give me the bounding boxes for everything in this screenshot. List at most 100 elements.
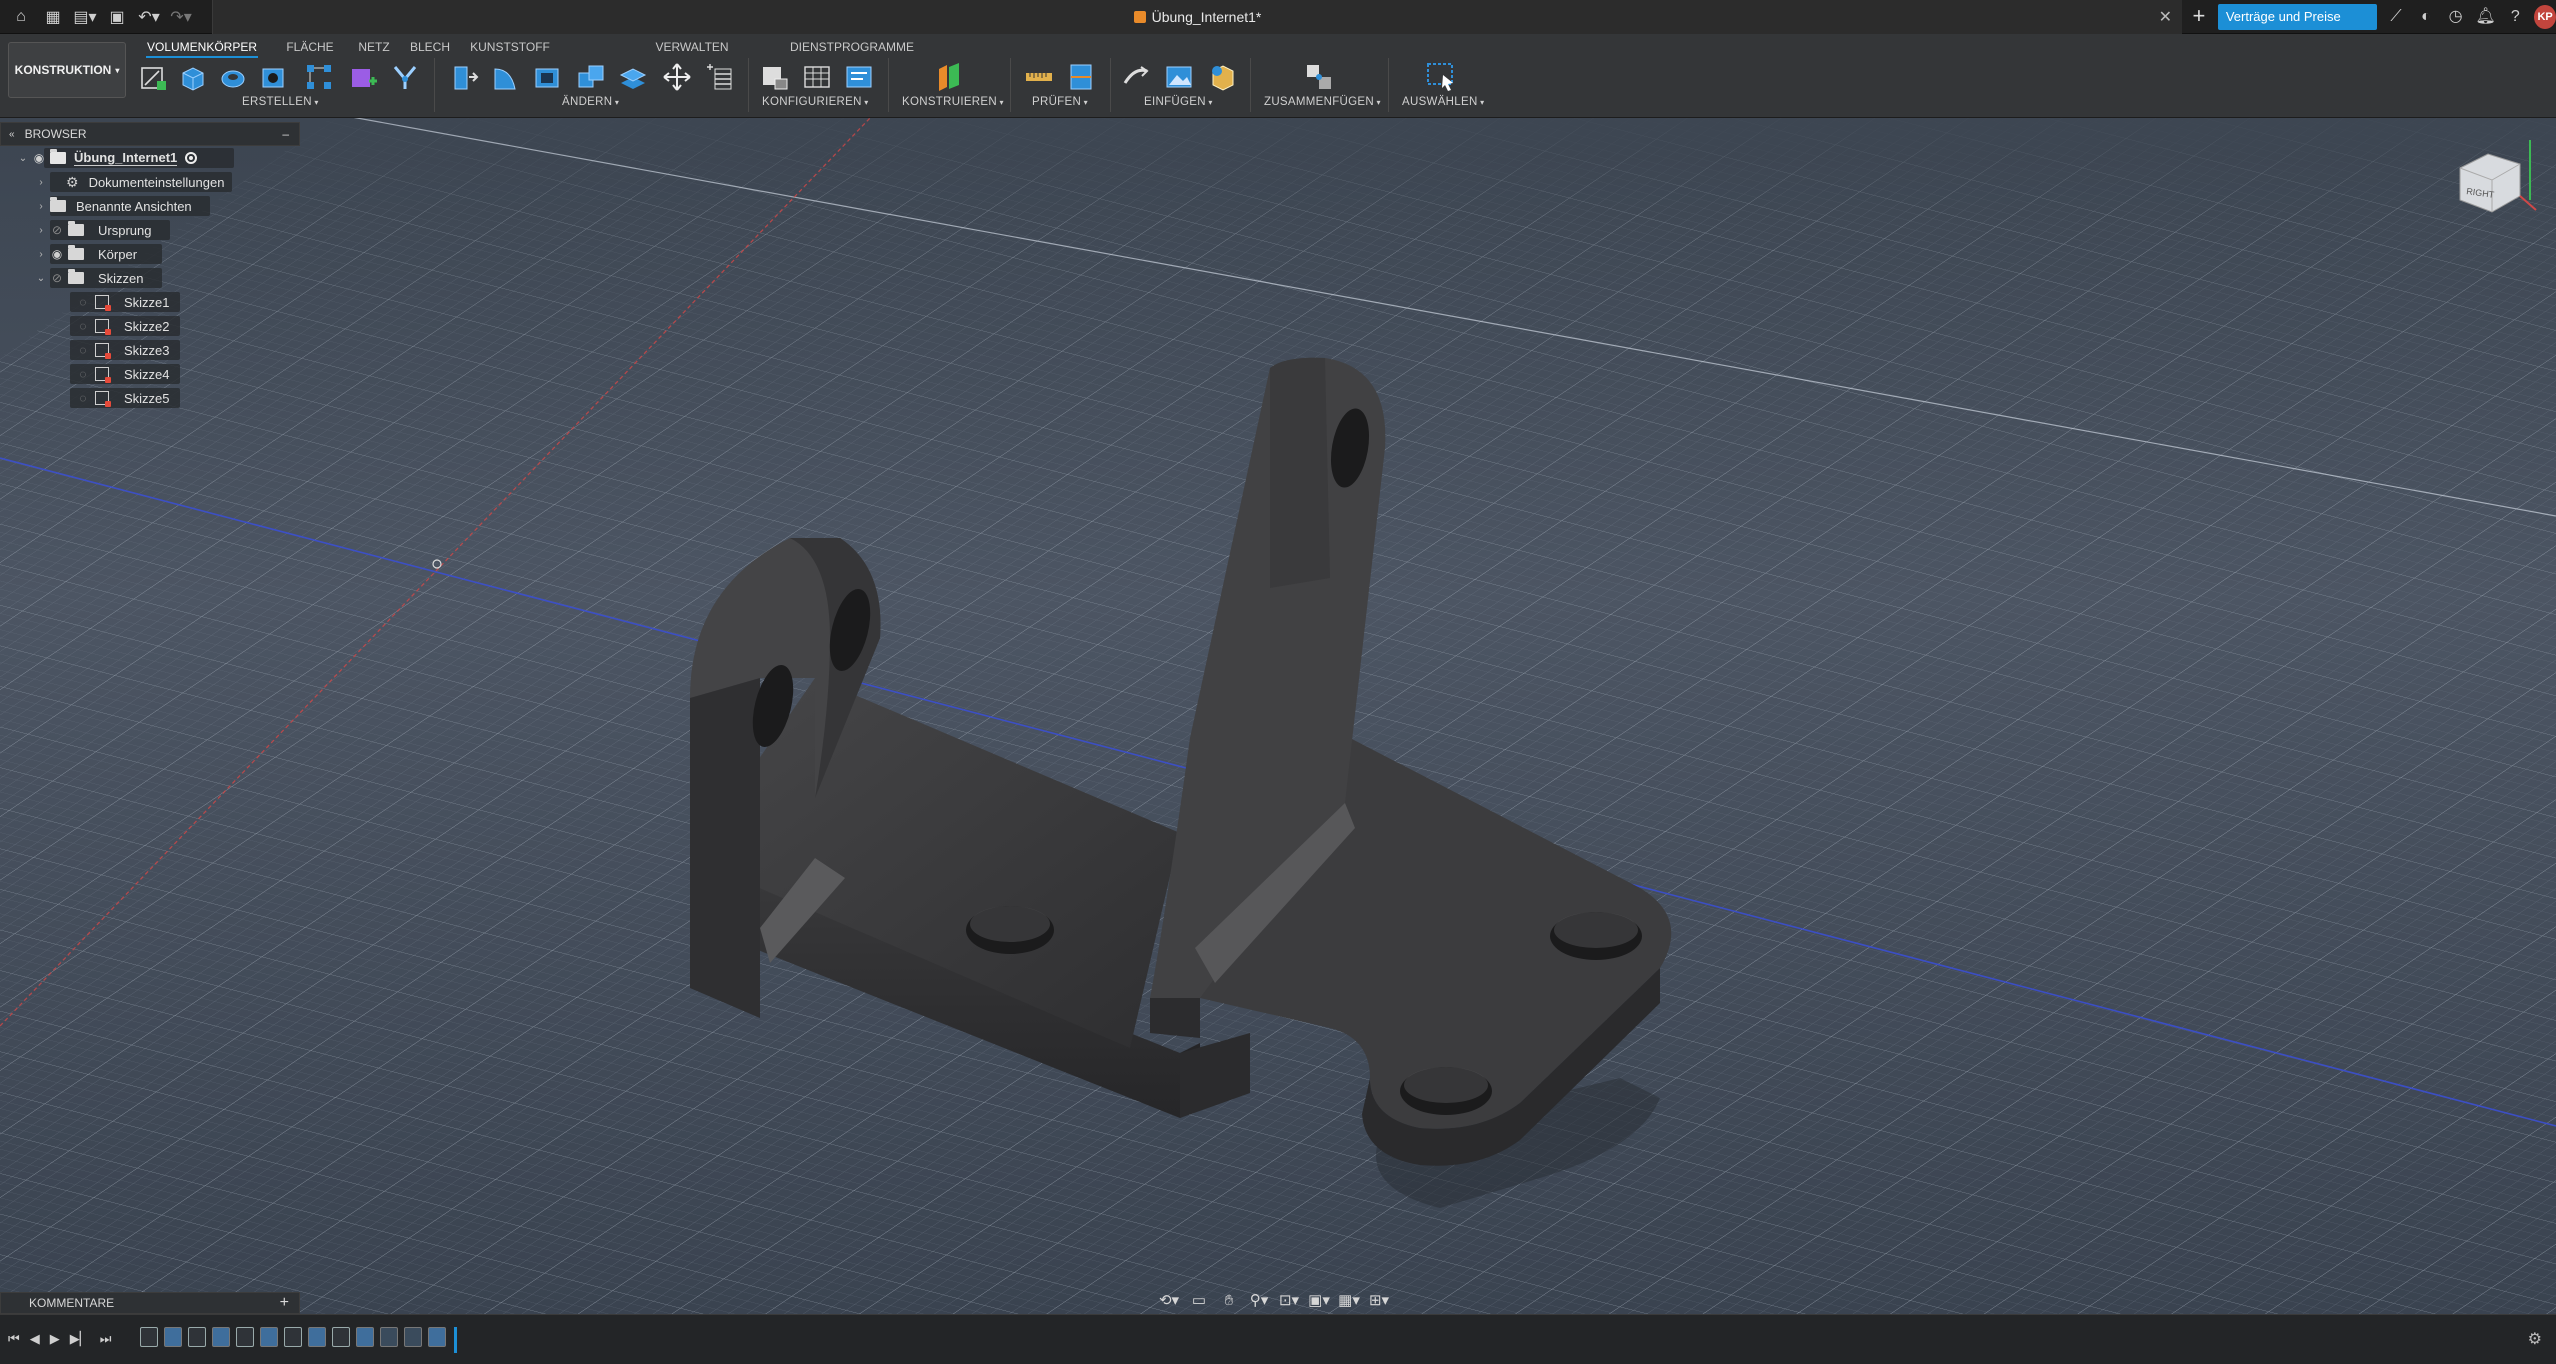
tree-item-benannte-ansichten[interactable]: › Benannte Ansichten xyxy=(0,194,300,218)
chevron-right-icon[interactable]: › xyxy=(34,177,48,188)
avatar[interactable]: KP xyxy=(2534,5,2556,29)
timeline-extrude-icon[interactable] xyxy=(428,1327,446,1347)
timeline-sketch-icon[interactable] xyxy=(332,1327,350,1347)
insert-derive-icon[interactable] xyxy=(1118,60,1152,94)
collapse-icon[interactable]: – xyxy=(282,127,289,141)
timeline-extrude-icon[interactable] xyxy=(356,1327,374,1347)
section-analysis-icon[interactable] xyxy=(1064,60,1098,94)
create-sketch-icon[interactable] xyxy=(136,60,170,94)
timeline-settings-icon[interactable]: ⚙ xyxy=(2528,1329,2542,1349)
help-icon[interactable]: ? xyxy=(2504,5,2526,29)
tree-root[interactable]: ⌄ ◉ Übung_Internet1 xyxy=(0,146,300,170)
eye-hidden-icon[interactable]: ◌ xyxy=(74,367,92,381)
construct-plane-icon[interactable] xyxy=(932,60,966,94)
home-icon[interactable]: ⌂ xyxy=(8,4,34,30)
tree-item-skizzen[interactable]: ⌄ ⊘ Skizzen xyxy=(0,266,300,290)
shell-icon[interactable] xyxy=(530,60,564,94)
configuration-rules-icon[interactable] xyxy=(842,60,876,94)
tab-blech[interactable]: BLECH xyxy=(400,36,460,58)
undo-icon[interactable]: ↶▾ xyxy=(136,4,162,30)
step-back-icon[interactable]: ◀ xyxy=(30,1331,40,1347)
apps-grid-icon[interactable]: ▦ xyxy=(40,4,66,30)
step-forward-icon[interactable]: ▶▏ xyxy=(70,1331,90,1347)
view-cube[interactable]: RIGHT xyxy=(2450,140,2540,230)
hole-icon[interactable] xyxy=(256,60,290,94)
pricing-button[interactable]: Verträge und Preise anze... xyxy=(2217,4,2378,50)
tree-item-sketch[interactable]: ◌ Skizze4 xyxy=(0,362,300,386)
play-icon[interactable]: ▶ xyxy=(50,1331,60,1347)
chevron-down-icon[interactable]: ⌄ xyxy=(34,273,48,284)
comments-panel[interactable]: KOMMENTARE + xyxy=(0,1292,300,1314)
eye-hidden-icon[interactable]: ◌ xyxy=(74,343,92,357)
timeline-extrude-icon[interactable] xyxy=(164,1327,182,1347)
zoom-icon[interactable]: ⚲▾ xyxy=(1248,1291,1270,1309)
add-comment-icon[interactable]: + xyxy=(280,1293,289,1313)
tab-netz[interactable]: NETZ xyxy=(352,36,396,58)
timeline-sketch-icon[interactable] xyxy=(188,1327,206,1347)
offset-face-icon[interactable] xyxy=(616,60,650,94)
chevron-right-icon[interactable]: › xyxy=(34,249,48,260)
look-at-icon[interactable]: ▭ xyxy=(1188,1291,1210,1309)
save-icon[interactable]: ▣ xyxy=(104,4,130,30)
timeline-sketch-icon[interactable] xyxy=(236,1327,254,1347)
new-tab-icon[interactable]: + xyxy=(2188,5,2210,29)
group-aendern[interactable]: ÄNDERN xyxy=(562,96,619,108)
timeline-fillet-icon[interactable] xyxy=(380,1327,398,1347)
orbit-icon[interactable]: ⟲▾ xyxy=(1158,1291,1180,1309)
eye-icon[interactable]: ◉ xyxy=(30,151,48,165)
tab-flaeche[interactable]: FLÄCHE xyxy=(280,36,340,58)
tree-item-sketch[interactable]: ◌ Skizze2 xyxy=(0,314,300,338)
file-menu-icon[interactable]: ▤▾ xyxy=(72,4,98,30)
timeline-sketch-icon[interactable] xyxy=(140,1327,158,1347)
redo-icon[interactable]: ↷▾ xyxy=(168,4,194,30)
move-icon[interactable] xyxy=(660,60,694,94)
group-erstellen[interactable]: ERSTELLEN xyxy=(242,96,319,108)
group-auswaehlen[interactable]: AUSWÄHLEN xyxy=(1402,96,1484,108)
document-tab[interactable]: Übung_Internet1* ✕ xyxy=(212,0,2182,34)
viewports-icon[interactable]: ⊞▾ xyxy=(1368,1291,1390,1309)
extensions-icon[interactable]: ⟋ xyxy=(2385,5,2407,29)
group-zusammenfuegen[interactable]: ZUSAMMENFÜGEN xyxy=(1264,96,1381,108)
timeline-extrude-icon[interactable] xyxy=(308,1327,326,1347)
timeline-hole-icon[interactable] xyxy=(404,1327,422,1347)
configuration-table-icon[interactable] xyxy=(800,60,834,94)
tree-item-dokumenteinstellungen[interactable]: › ⚙ Dokumenteinstellungen xyxy=(0,170,300,194)
timeline-extrude-icon[interactable] xyxy=(260,1327,278,1347)
eye-hidden-icon[interactable]: ◌ xyxy=(74,319,92,333)
fillet-icon[interactable] xyxy=(488,60,522,94)
insert-canvas-icon[interactable] xyxy=(1162,60,1196,94)
display-settings-icon[interactable]: ▣▾ xyxy=(1308,1291,1330,1309)
tree-item-koerper[interactable]: › ◉ Körper xyxy=(0,242,300,266)
chevron-right-icon[interactable]: › xyxy=(34,225,48,236)
measure-icon[interactable] xyxy=(1022,60,1056,94)
expand-panel-icon[interactable]: « xyxy=(9,129,15,140)
revolve-icon[interactable] xyxy=(216,60,250,94)
chevron-down-icon[interactable]: ⌄ xyxy=(16,153,30,164)
fit-icon[interactable]: ⊡▾ xyxy=(1278,1291,1300,1309)
derive-icon[interactable] xyxy=(388,60,422,94)
workspace-switcher[interactable]: KONSTRUKTION ▾ xyxy=(8,42,126,98)
eye-hidden-icon[interactable]: ◌ xyxy=(74,391,92,405)
group-einfuegen[interactable]: EINFÜGEN xyxy=(1144,96,1213,108)
go-to-end-icon[interactable]: ⏭ xyxy=(100,1331,112,1347)
select-icon[interactable] xyxy=(1424,60,1458,94)
chevron-right-icon[interactable]: › xyxy=(34,201,48,212)
eye-hidden-icon[interactable]: ⊘ xyxy=(48,271,66,285)
go-to-start-icon[interactable]: ⏮ xyxy=(8,1331,20,1347)
parameters-icon[interactable] xyxy=(702,60,736,94)
timeline-extrude-icon[interactable] xyxy=(212,1327,230,1347)
grid-settings-icon[interactable]: ▦▾ xyxy=(1338,1291,1360,1309)
press-pull-icon[interactable] xyxy=(446,60,480,94)
eye-icon[interactable]: ◉ xyxy=(48,247,66,261)
job-status-icon[interactable]: ◐ xyxy=(2415,5,2437,29)
close-tab-icon[interactable]: ✕ xyxy=(2159,7,2172,27)
configure-icon[interactable] xyxy=(758,60,792,94)
eye-hidden-icon[interactable]: ◌ xyxy=(74,295,92,309)
notifications-icon[interactable]: 🔔︎ xyxy=(2475,5,2497,29)
group-pruefen[interactable]: PRÜFEN xyxy=(1032,96,1088,108)
joint-icon[interactable] xyxy=(1302,60,1336,94)
pattern-icon[interactable] xyxy=(302,60,336,94)
tree-item-sketch[interactable]: ◌ Skizze5 xyxy=(0,386,300,410)
tab-dienstprogramme[interactable]: DIENSTPROGRAMME xyxy=(784,36,920,58)
timeline-sketch-icon[interactable] xyxy=(284,1327,302,1347)
